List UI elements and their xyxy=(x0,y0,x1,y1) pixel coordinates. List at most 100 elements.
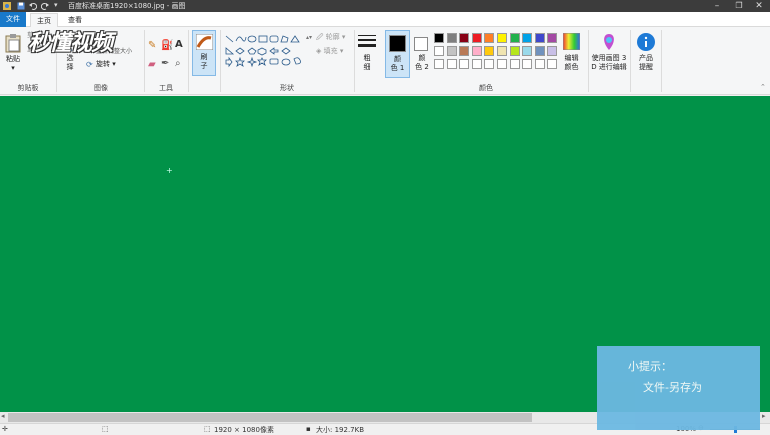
palette-swatch[interactable] xyxy=(497,59,507,69)
palette-swatch[interactable] xyxy=(522,33,533,43)
hint-title: 小提示： xyxy=(628,360,672,373)
color2-swatch xyxy=(414,37,428,51)
paste-button[interactable]: 粘贴 xyxy=(3,55,23,64)
paint3d-line1[interactable]: 使用画图 3 xyxy=(589,54,629,63)
shapes-scroll-icon[interactable]: ▴▾ xyxy=(306,34,312,41)
palette-swatch[interactable] xyxy=(497,33,507,43)
palette-swatch[interactable] xyxy=(547,33,558,43)
edit-colors-icon[interactable] xyxy=(563,33,580,50)
palette-swatch[interactable] xyxy=(534,46,545,56)
save-icon[interactable] xyxy=(17,2,25,10)
crosshair-cursor-icon: + xyxy=(166,166,173,175)
palette-swatch[interactable] xyxy=(547,59,558,69)
redo-icon[interactable] xyxy=(41,2,49,10)
rotate-button[interactable]: 旋转 ▾ xyxy=(96,60,116,69)
color1-button[interactable]: 颜 色 1 xyxy=(385,30,410,78)
color2-label-line2: 色 2 xyxy=(415,63,429,71)
clipboard-group-label: 剪贴板 xyxy=(17,84,39,92)
palette-swatch[interactable] xyxy=(471,59,482,69)
palette-swatch[interactable] xyxy=(484,33,495,43)
close-icon[interactable]: ✕ xyxy=(748,0,770,12)
canvas-size-icon: ⬚ xyxy=(204,425,211,433)
fill-label: 填充 xyxy=(323,47,338,55)
product-alert-line1[interactable]: 产品 xyxy=(634,54,658,63)
palette-swatch[interactable] xyxy=(547,46,558,56)
edit-colors-line1[interactable]: 编辑 xyxy=(558,54,585,63)
maximize-icon[interactable]: ❐ xyxy=(728,0,750,12)
paste-icon[interactable] xyxy=(5,33,21,53)
collapse-ribbon-icon[interactable]: ⌃ xyxy=(760,83,766,91)
quick-access-dropdown-icon[interactable]: ▾ xyxy=(54,1,58,9)
pencil-icon[interactable]: ✎ xyxy=(148,40,156,51)
brush-label-line1: 刷 xyxy=(200,53,208,61)
fill-icon[interactable]: ⛽ xyxy=(161,40,173,51)
tab-file[interactable]: 文件 xyxy=(0,12,26,27)
horizontal-scroll-thumb[interactable] xyxy=(8,413,532,422)
color2-button[interactable]: 颜 色 2 xyxy=(411,30,433,78)
palette-swatch[interactable] xyxy=(471,33,482,43)
paint3d-icon[interactable] xyxy=(600,33,618,51)
edit-colors-line2[interactable]: 颜色 xyxy=(558,63,585,72)
watermark-logo: 秒懂视频 xyxy=(28,31,113,56)
palette-swatch[interactable] xyxy=(509,59,520,69)
text-icon[interactable]: A xyxy=(175,39,183,50)
palette-swatch[interactable] xyxy=(471,46,482,56)
palette-swatch[interactable] xyxy=(509,33,520,43)
product-alert-line2[interactable]: 提醒 xyxy=(634,63,658,72)
brushes-button[interactable]: 刷 子 xyxy=(192,30,216,76)
color1-label-line2: 色 1 xyxy=(390,64,405,72)
paint3d-line2[interactable]: D 进行编辑 xyxy=(589,63,629,72)
hint-body: 文件-另存为 xyxy=(643,381,702,394)
minimize-icon[interactable]: – xyxy=(706,0,728,12)
palette-swatch[interactable] xyxy=(459,33,470,43)
paste-dropdown-icon[interactable]: ▾ xyxy=(3,64,23,73)
palette-swatch[interactable] xyxy=(446,59,457,69)
palette-swatch[interactable] xyxy=(522,59,533,69)
outline-button[interactable]: 🖉 轮廓 ▾ xyxy=(316,33,345,42)
color-picker-icon[interactable]: ✒ xyxy=(161,58,169,69)
shapes-gallery[interactable] xyxy=(224,34,308,70)
palette-swatch[interactable] xyxy=(534,33,545,43)
size-label-line1[interactable]: 粗 xyxy=(356,54,378,63)
palette-swatch[interactable] xyxy=(534,59,545,69)
brush-label-line2: 子 xyxy=(200,62,208,70)
color2-label-line1: 颜 xyxy=(418,54,426,62)
palette-swatch[interactable] xyxy=(484,46,495,56)
palette-swatch[interactable] xyxy=(434,46,444,56)
palette-swatch[interactable] xyxy=(446,46,457,56)
paint-app-icon xyxy=(3,2,11,10)
palette-swatch[interactable] xyxy=(446,33,457,43)
selection-size-icon: ⬚ xyxy=(102,425,109,433)
info-icon[interactable] xyxy=(637,33,655,51)
disk-icon: ▪ xyxy=(306,425,311,433)
select-button-line2[interactable]: 择 xyxy=(60,63,80,72)
shapes-group-label: 形状 xyxy=(280,84,294,92)
rotate-label: 旋转 xyxy=(96,60,110,68)
palette-swatch[interactable] xyxy=(434,59,444,69)
palette-swatch[interactable] xyxy=(497,46,507,56)
brush-icon xyxy=(196,34,213,50)
eraser-icon[interactable]: ▰ xyxy=(148,59,156,70)
scroll-left-icon[interactable]: ◂ xyxy=(1,412,5,420)
colors-group-label: 颜色 xyxy=(479,84,493,92)
size-icon[interactable] xyxy=(358,34,376,50)
window-title: 百度标准桌面1920×1080.jpg - 画图 xyxy=(68,2,186,10)
palette-swatch[interactable] xyxy=(459,59,470,69)
palette-swatch[interactable] xyxy=(434,33,444,43)
tools-group-label: 工具 xyxy=(159,84,173,92)
palette-swatch[interactable] xyxy=(459,46,470,56)
color1-label-line1: 颜 xyxy=(394,55,401,63)
image-group-label: 图像 xyxy=(94,84,108,92)
cursor-position-icon: ✛ xyxy=(2,425,8,433)
fill-button[interactable]: ◈ 填充 ▾ xyxy=(316,47,343,56)
size-label-line2[interactable]: 细 xyxy=(356,63,378,72)
title-bar: ▾ 百度标准桌面1920×1080.jpg - 画图 – ❐ ✕ xyxy=(0,0,770,12)
magnifier-icon[interactable]: ⌕ xyxy=(175,58,181,69)
undo-icon[interactable] xyxy=(29,2,37,10)
scroll-right-icon[interactable]: ▸ xyxy=(762,412,766,420)
palette-swatch[interactable] xyxy=(522,46,533,56)
palette-swatch[interactable] xyxy=(484,59,495,69)
color1-swatch xyxy=(389,35,406,52)
hint-box: 小提示： 文件-另存为 xyxy=(597,346,760,430)
palette-swatch[interactable] xyxy=(509,46,520,56)
